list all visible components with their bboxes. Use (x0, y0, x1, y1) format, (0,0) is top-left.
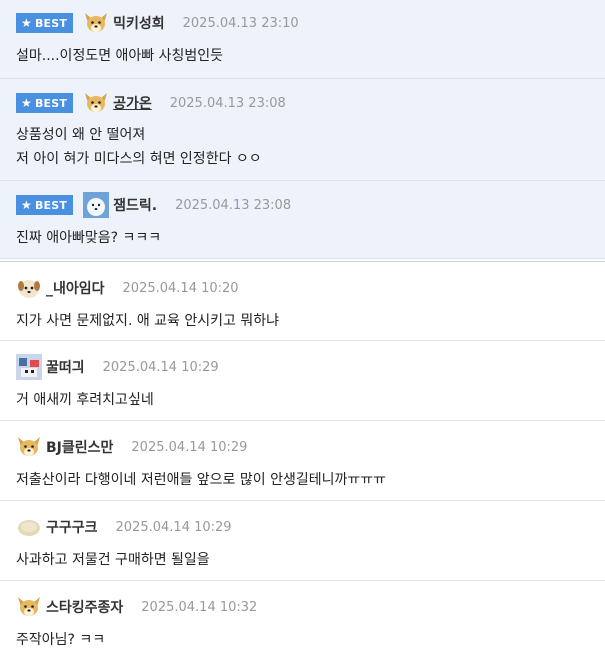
star-icon: ★ (21, 16, 32, 30)
comment-date: 2025.04.13 23:08 (169, 95, 286, 111)
comment-item: _내아임다 2025.04.14 10:20 지가 사면 문제없지. 애 교육 … (0, 262, 605, 341)
author-nickname[interactable]: 스타킹주종자 (46, 597, 123, 617)
photo-avatar-icon[interactable] (83, 192, 110, 218)
comment-text-line: 상품성이 왜 안 떨어져 (16, 127, 146, 143)
comment-text: 거 애새끼 후려치고싶네 (16, 392, 154, 408)
comment-meta: _내아임다 2025.04.14 10:20 (16, 278, 605, 298)
comment-meta: 구구구크 2025.04.14 10:29 (16, 517, 605, 537)
author-nickname[interactable]: 꿀떠긔 (46, 357, 85, 377)
comment-date: 2025.04.14 10:32 (141, 599, 258, 615)
comment-text: 사과하고 저물건 구매하면 될일을 (16, 552, 210, 568)
comment-date: 2025.04.14 10:29 (102, 359, 219, 375)
comment-text: 주작아님? ㅋㅋ (16, 632, 106, 648)
comment-meta: BJ클린스만 2025.04.14 10:29 (16, 437, 605, 457)
best-comment: ★ BEST 잼드릭. 2025.04.13 23:08 진짜 애아빠맞음? ㅋㅋ… (0, 181, 605, 259)
best-badge: ★ BEST (16, 195, 74, 215)
comment-text: 진짜 애아빠맞음? ㅋㅋㅋ (16, 230, 162, 246)
comment-text: 상품성이 왜 안 떨어져 저 아이 혀가 미다스의 혀면 인정한다 ㅇㅇ (16, 123, 605, 171)
star-icon: ★ (21, 96, 32, 110)
author-nickname[interactable]: BJ클린스만 (46, 437, 113, 457)
star-icon: ★ (21, 198, 32, 212)
author-nickname[interactable]: 믹키성희 (113, 13, 165, 33)
comment-item: 구구구크 2025.04.14 10:29 사과하고 저물건 구매하면 될일을 (0, 501, 605, 581)
best-badge-label: BEST (34, 16, 68, 30)
comment-meta: ★ BEST 믹키성희 2025.04.13 23:10 (16, 13, 605, 33)
dog-icon[interactable] (16, 594, 42, 620)
comment-list: ★ BEST 믹키성희 2025.04.13 23:10 설마....이정도면 애… (0, 0, 605, 661)
comment-item: 스타킹주종자 2025.04.14 10:32 주작아님? ㅋㅋ (0, 581, 605, 661)
author-nickname[interactable]: 잼드릭. (113, 195, 157, 215)
comment-date: 2025.04.13 23:10 (182, 15, 299, 31)
blob-icon[interactable] (16, 514, 42, 540)
author-nickname[interactable]: 구구구크 (46, 517, 98, 537)
author-nickname[interactable]: 공가온 (113, 93, 152, 113)
comment-text-line: 저 아이 혀가 미다스의 혀면 인정한다 ㅇㅇ (16, 151, 262, 167)
comment-meta: 스타킹주종자 2025.04.14 10:32 (16, 597, 605, 617)
comment-text: 저출산이라 다행이네 저런애들 앞으로 많이 안생길테니까ㅠㅠㅠ (16, 472, 387, 488)
dog-icon[interactable] (83, 10, 109, 36)
best-badge-label: BEST (34, 198, 68, 212)
comment-meta: 꿀떠긔 2025.04.14 10:29 (16, 354, 605, 380)
comment-text: 설마....이정도면 애아빠 사칭범인듯 (16, 48, 224, 64)
comment-date: 2025.04.13 23:08 (175, 197, 292, 213)
best-badge: ★ BEST (16, 13, 74, 33)
comment-date: 2025.04.14 10:29 (131, 439, 248, 455)
puppy-icon[interactable] (16, 275, 42, 301)
dog-icon[interactable] (16, 434, 42, 460)
comment-meta: ★ BEST 잼드릭. 2025.04.13 23:08 (16, 192, 605, 218)
comment-item: BJ클린스만 2025.04.14 10:29 저출산이라 다행이네 저런애들 … (0, 421, 605, 501)
best-badge-label: BEST (34, 96, 68, 110)
pixel-avatar-icon[interactable] (16, 354, 42, 380)
author-nickname[interactable]: _내아임다 (46, 278, 105, 298)
comment-date: 2025.04.14 10:29 (115, 519, 232, 535)
comment-item: 꿀떠긔 2025.04.14 10:29 거 애새끼 후려치고싶네 (0, 341, 605, 421)
comment-meta: ★ BEST 공가온 2025.04.13 23:08 (16, 93, 605, 113)
dog-icon[interactable] (83, 90, 109, 116)
comment-date: 2025.04.14 10:20 (122, 280, 239, 296)
best-comment: ★ BEST 공가온 2025.04.13 23:08 상품성이 왜 안 떨어져 … (0, 79, 605, 181)
comment-text: 지가 사면 문제없지. 애 교육 안시키고 뭐하냐 (16, 313, 279, 329)
best-comment: ★ BEST 믹키성희 2025.04.13 23:10 설마....이정도면 애… (0, 0, 605, 79)
best-badge: ★ BEST (16, 93, 74, 113)
